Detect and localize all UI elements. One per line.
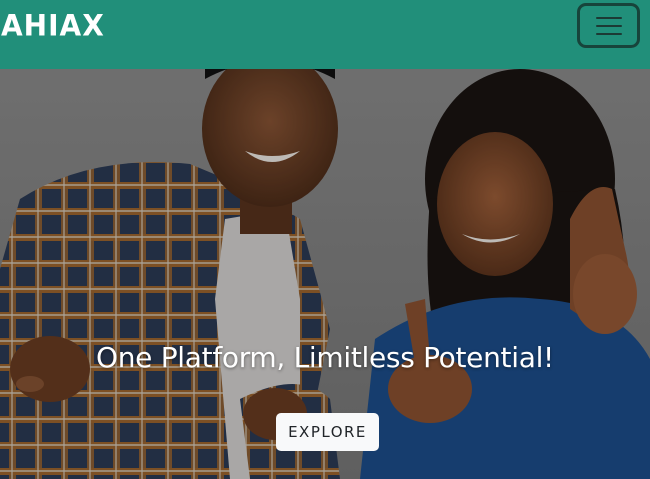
menu-toggle-button[interactable] bbox=[577, 3, 640, 48]
navbar: AHIAX bbox=[0, 0, 650, 69]
explore-button[interactable]: EXPLORE bbox=[276, 413, 379, 451]
hamburger-menu-icon-bar bbox=[595, 24, 622, 27]
hero-section: One Platform, Limitless Potential! EXPLO… bbox=[0, 69, 650, 479]
hamburger-menu-icon-bar bbox=[595, 32, 622, 35]
hero-title: One Platform, Limitless Potential! bbox=[96, 341, 554, 374]
brand-logo[interactable]: AHIAX bbox=[1, 8, 105, 43]
hamburger-menu-icon bbox=[595, 16, 622, 19]
